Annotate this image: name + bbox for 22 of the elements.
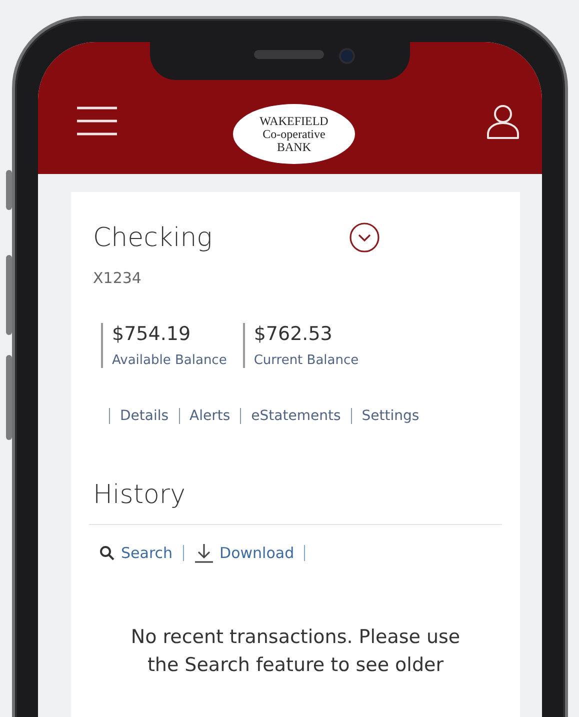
search-icon xyxy=(99,545,115,561)
account-link[interactable]: Settings xyxy=(362,408,420,424)
menu-icon[interactable] xyxy=(76,106,118,136)
user-icon[interactable] xyxy=(486,104,520,140)
balance-amount: $762.53 xyxy=(254,323,334,345)
search-link[interactable]: Search xyxy=(121,544,173,562)
account-link[interactable]: Alerts xyxy=(190,408,230,424)
bank-logo[interactable]: WAKEFIELD Co-operative BANK xyxy=(233,104,355,164)
history-title: History xyxy=(93,480,186,510)
balance-label: Available Balance xyxy=(112,353,227,368)
account-link[interactable]: eStatements xyxy=(251,408,341,424)
speaker-grille xyxy=(254,50,324,59)
account-number: X1234 xyxy=(93,269,142,287)
balance-amount: $754.19 xyxy=(112,323,192,345)
camera-lens xyxy=(339,48,355,64)
download-link[interactable]: Download xyxy=(220,544,294,562)
download-icon xyxy=(194,543,214,563)
chevron-down-icon[interactable] xyxy=(349,222,380,253)
balance-label: Current Balance xyxy=(254,353,359,368)
account-title: Checking xyxy=(93,222,212,252)
account-link[interactable]: Details xyxy=(120,408,169,424)
empty-message: No recent transactions. Please use the Search feature to see older xyxy=(130,625,460,678)
